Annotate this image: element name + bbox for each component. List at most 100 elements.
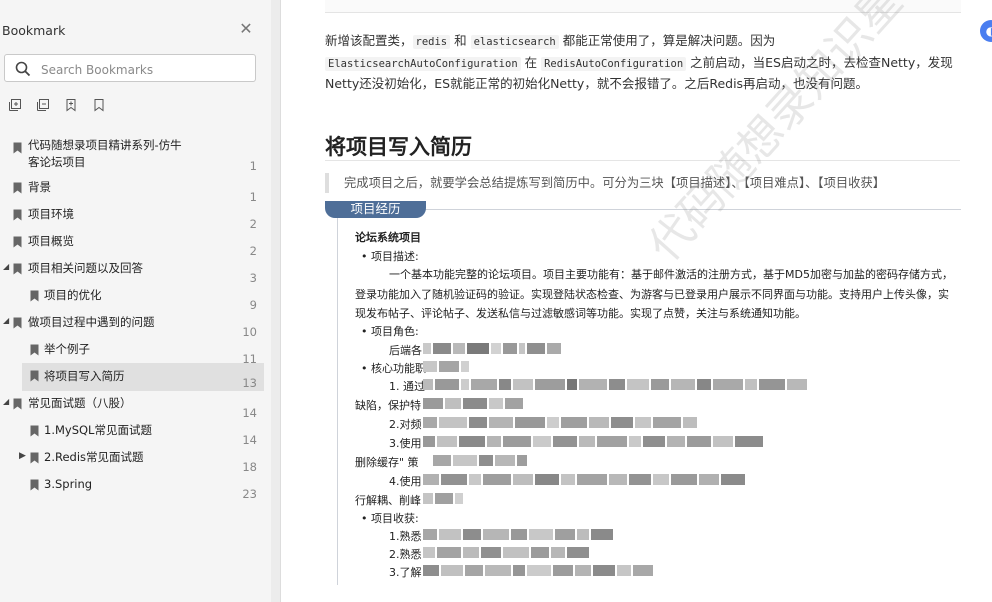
bookmark-page: 14 (242, 433, 257, 447)
collapse-triangle-icon[interactable]: ◢ (3, 316, 13, 325)
bookmark-icon (30, 290, 39, 302)
bookmark-panel: Bookmark ✕ 代码随想录项目精讲系列-仿牛客论坛项目 1 背景 1 项目… (0, 0, 272, 602)
body-paragraph: 新增该配置类， redis 和 elasticsearch 都能正常使用了，算是解… (325, 31, 965, 95)
image-top-rule (337, 209, 961, 210)
search-icon (15, 61, 31, 77)
bookmark-icon (13, 263, 22, 275)
collapse-all-icon[interactable] (36, 98, 52, 114)
bookmark-page: 1 (249, 190, 257, 204)
close-icon[interactable]: ✕ (238, 21, 254, 37)
bookmark-item[interactable]: ◢ 项目相关问题以及回答 3 (0, 258, 271, 285)
redacted-text (433, 455, 529, 466)
role-label-text: 项目角色: (371, 325, 419, 338)
bookmark-item[interactable]: 1.MySQL常见面试题 14 (0, 420, 271, 447)
bookmark-icon (30, 344, 39, 356)
bookmark-item[interactable]: 举个例子 11 (0, 339, 271, 366)
bookmark-label: 客论坛项目 (28, 155, 86, 169)
panel-splitter[interactable] (271, 0, 281, 602)
expand-triangle-icon[interactable]: ▶ (19, 451, 29, 461)
desc-label: • 项目描述: (361, 250, 419, 263)
resume-section-badge: 项目经历 (325, 201, 426, 218)
search-box[interactable] (4, 54, 256, 82)
bookmark-item[interactable]: 背景 1 (0, 177, 271, 204)
panel-title: Bookmark (2, 23, 66, 38)
core-item-cont: 行解耦、削峰 (355, 494, 421, 507)
redacted-text (423, 398, 525, 409)
gain-label: • 项目收获: (361, 512, 419, 525)
bookmark-item[interactable]: 项目的优化 9 (0, 285, 271, 312)
bookmark-item[interactable]: ◢ 常见面试题（八股） 14 (0, 393, 271, 420)
core-item-cont: 缺陷，保护特 (355, 399, 421, 412)
bookmark-item[interactable]: 代码随想录项目精讲系列-仿牛 客论坛项目 1 (0, 136, 271, 180)
search-input[interactable] (39, 60, 253, 80)
gain-label-text: 项目收获: (371, 512, 419, 525)
redacted-text (423, 474, 747, 485)
bookmark-label: 背景 (28, 180, 51, 194)
core-item: 3.使用 (389, 437, 422, 450)
bookmark-page: 9 (249, 298, 257, 312)
redacted-text (423, 417, 699, 428)
collapse-triangle-icon[interactable]: ◢ (3, 262, 13, 271)
role-value: 后端各 (389, 344, 422, 357)
bookmark-label: 3.Spring (44, 477, 93, 491)
bookmark-item[interactable]: 项目环境 2 (0, 204, 271, 231)
bookmark-label: 代码随想录项目精讲系列-仿牛 (28, 138, 182, 152)
section-heading: 将项目写入简历 (325, 135, 472, 159)
bookmark-label: 举个例子 (44, 342, 90, 356)
bookmark-icon (13, 142, 22, 154)
redacted-text (423, 529, 615, 540)
bookmark-label: 项目相关问题以及回答 (28, 261, 143, 275)
bookmark-label: 2.Redis常见面试题 (44, 450, 144, 464)
para-text: 和 (450, 33, 471, 48)
bookmark-label: 项目的优化 (44, 288, 102, 302)
bookmark-label: 1.MySQL常见面试题 (44, 423, 152, 437)
core-item: 1. 通过 (389, 380, 425, 393)
collapse-triangle-icon[interactable]: ◢ (3, 397, 13, 406)
core-label-text: 核心功能职 (371, 362, 426, 375)
bookmark-label: 项目概览 (28, 234, 74, 248)
bookmark-icon (13, 236, 22, 248)
bookmark-icon (13, 398, 22, 410)
role-label: • 项目角色: (361, 325, 419, 338)
bookmark-item[interactable]: 项目概览 2 (0, 231, 271, 258)
bookmark-item[interactable]: ◢ 做项目过程中遇到的问题 10 (0, 312, 271, 339)
bookmark-label: 常见面试题（八股） (28, 396, 132, 410)
desc-line: 一个基本功能完整的论坛项目。项目主要功能有：基于邮件激活的注册方式，基于MD5加… (389, 268, 953, 281)
inline-code: elasticsearch (470, 35, 559, 49)
redacted-text (423, 379, 809, 390)
bookmark-page: 10 (242, 325, 257, 339)
desc-line: 登录功能加入了随机验证码的验证。实现登陆状态检查、为游客与已登录用户展示不同界面… (355, 288, 949, 301)
para-text: 新增该配置类， (325, 33, 413, 48)
project-title: 论坛系统项目 (355, 231, 421, 244)
add-bookmark-icon[interactable] (64, 98, 80, 114)
blockquote: 完成项目之后，就要学会总结提炼写到简历中。可分为三块【项目描述】、【项目难点】、… (325, 173, 965, 193)
expand-all-icon[interactable] (8, 98, 24, 114)
bookmark-item-selected[interactable]: 将项目写入简历 13 (22, 363, 264, 391)
redacted-text (423, 565, 655, 576)
para-text: 在 (520, 54, 542, 70)
bookmark-icon (30, 425, 39, 437)
bookmark-label: 做项目过程中遇到的问题 (28, 315, 155, 329)
bookmark-label: 项目环境 (28, 207, 74, 221)
inline-code: redis (412, 35, 451, 49)
desc-label-text: 项目描述: (371, 250, 419, 263)
redacted-text (423, 493, 465, 504)
heading-divider (325, 160, 960, 161)
document-view: 新增该配置类， redis 和 elasticsearch 都能正常使用了，算是解… (281, 0, 992, 602)
bookmark-icon (13, 209, 22, 221)
desc-line: 现发布帖子、评论帖子、发送私信与过滤敏感词等功能。实现了点赞，关注与系统通知功能… (355, 307, 806, 320)
bookmark-item[interactable]: ▶ 2.Redis常见面试题 18 (0, 447, 271, 474)
bookmark-page: 1 (249, 159, 257, 173)
para-text: 都能正常使用了，算是解决问题。因为 (558, 33, 776, 48)
inline-code: ElasticsearchAutoConfiguration (325, 56, 521, 71)
redacted-text (423, 361, 471, 372)
core-item: 2.对频 (389, 418, 422, 431)
bookmark-icon (13, 317, 22, 329)
bookmark-icon[interactable] (92, 98, 108, 114)
redacted-text (423, 547, 591, 558)
bookmark-item[interactable]: 3.Spring 23 (0, 474, 271, 501)
bookmark-page: 23 (242, 487, 257, 501)
bookmark-icon (30, 452, 39, 464)
bookmark-page: 13 (242, 376, 257, 390)
core-label: • 核心功能职 (361, 362, 426, 375)
